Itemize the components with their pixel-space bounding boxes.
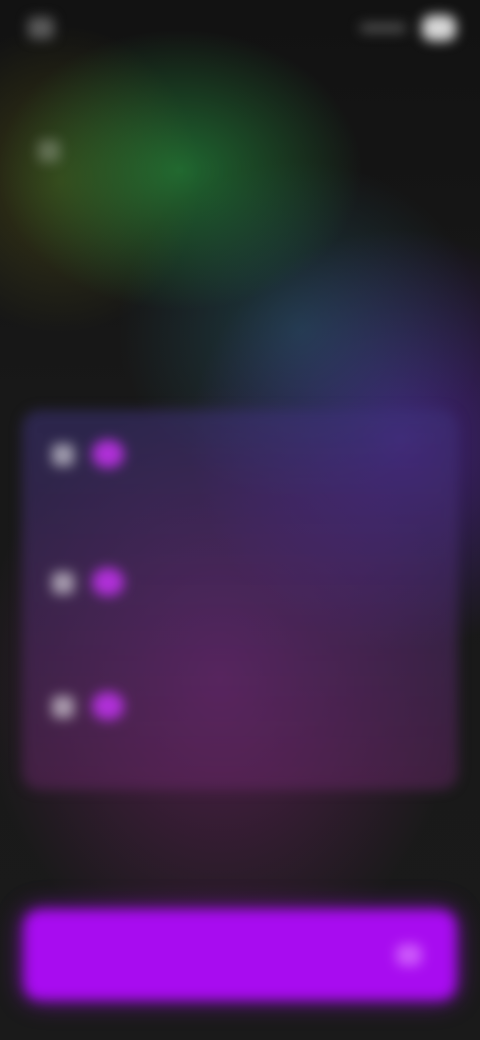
blurred-content xyxy=(0,0,480,1040)
battery-icon xyxy=(422,15,456,41)
option-card-2[interactable] xyxy=(42,552,438,662)
option-icon xyxy=(52,572,74,594)
chevron-right-icon xyxy=(396,944,422,966)
option-badge xyxy=(92,568,124,596)
option-icon xyxy=(52,444,74,466)
status-right xyxy=(360,15,456,41)
continue-button[interactable] xyxy=(24,910,456,1000)
option-badge xyxy=(92,692,124,720)
app-icon xyxy=(28,17,54,39)
option-card-3[interactable] xyxy=(42,676,438,786)
back-arrow-icon[interactable] xyxy=(38,140,60,162)
status-left xyxy=(28,17,66,39)
screen xyxy=(0,0,480,1040)
signal-icon xyxy=(360,24,406,32)
option-icon xyxy=(52,696,74,718)
options-list xyxy=(22,410,458,790)
status-bar xyxy=(28,15,456,41)
option-card-1[interactable] xyxy=(42,424,438,534)
option-badge xyxy=(92,440,124,468)
